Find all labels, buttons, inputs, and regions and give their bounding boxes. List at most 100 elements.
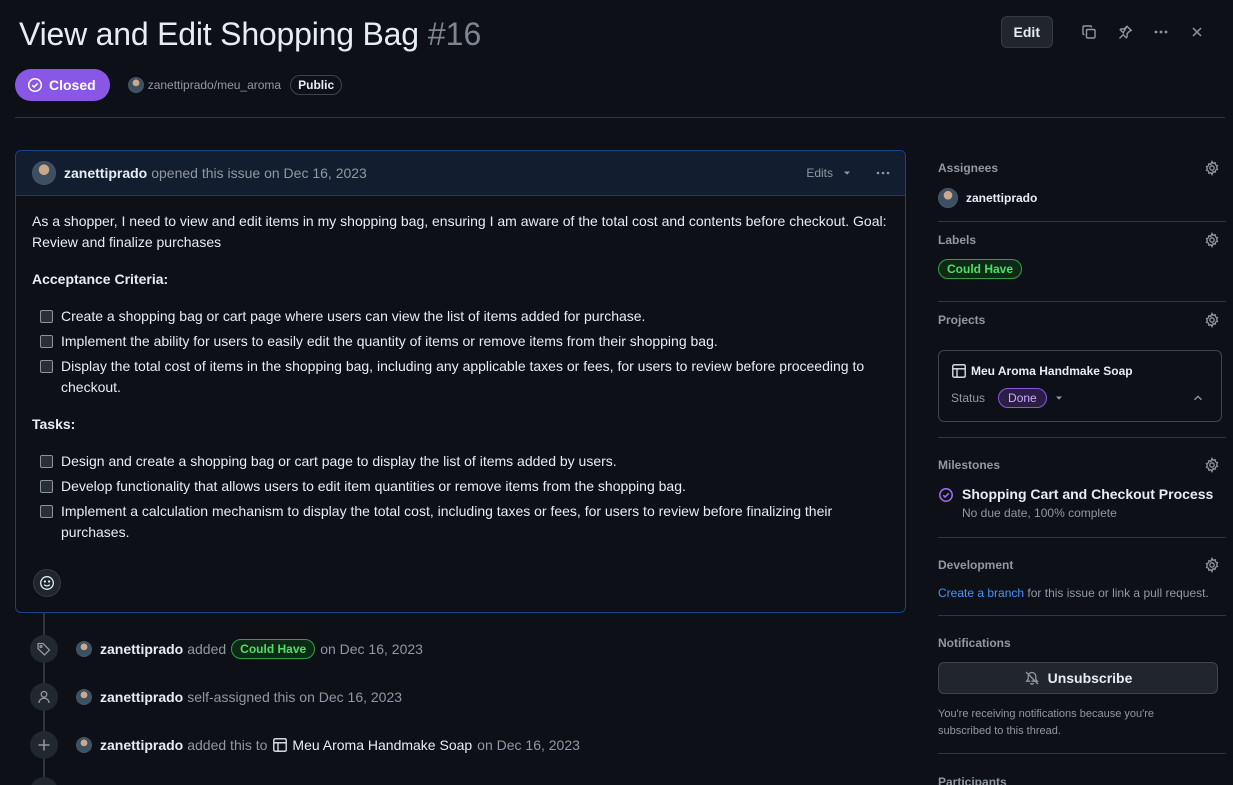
avatar <box>938 188 958 208</box>
task-checkbox[interactable] <box>40 480 53 493</box>
repo-link[interactable]: zanettiprado/meu_aroma <box>127 77 281 93</box>
task-checkbox[interactable] <box>40 455 53 468</box>
caret-down-icon[interactable] <box>1053 392 1065 404</box>
event-date: on Dec 16, 2023 <box>320 641 423 657</box>
label-could-have[interactable]: Could Have <box>231 639 316 659</box>
project-link[interactable]: Meu Aroma Handmake Soap <box>272 737 472 753</box>
acceptance-list: Create a shopping bag or cart page where… <box>32 306 889 398</box>
title-row: View and Edit Shopping Bag #16 <box>19 16 481 53</box>
label-could-have[interactable]: Could Have <box>938 259 1023 279</box>
status-label: Status <box>951 391 986 405</box>
visibility-badge: Public <box>290 75 343 95</box>
comment-options-icon[interactable] <box>875 165 891 181</box>
edits-dropdown[interactable]: Edits <box>806 166 833 180</box>
header-divider <box>15 117 1225 118</box>
timeline-event <box>30 777 76 785</box>
event-actor[interactable]: zanettiprado <box>100 641 183 657</box>
event-date: on Dec 16, 2023 <box>477 737 580 753</box>
tasks-list: Design and create a shopping bag or cart… <box>32 451 889 543</box>
caret-down-icon[interactable] <box>841 167 853 179</box>
event-action: self-assigned this on Dec 16, 2023 <box>187 689 403 705</box>
tag-icon <box>30 635 58 663</box>
state-label: Closed <box>49 77 96 93</box>
projects-section: Projects Meu Aroma Handmake Soap Status … <box>938 302 1226 438</box>
comment-intro: As a shopper, I need to view and edit it… <box>32 213 887 250</box>
status-value[interactable]: Done <box>998 388 1047 408</box>
issue-header: View and Edit Shopping Bag #16 Edit Clos… <box>0 0 1233 118</box>
task-text: Develop functionality that allows users … <box>61 478 686 494</box>
task-checkbox[interactable] <box>40 360 53 373</box>
edit-button[interactable]: Edit <box>1000 16 1053 48</box>
task-text: Design and create a shopping bag or cart… <box>61 453 617 469</box>
unsubscribe-button[interactable]: Unsubscribe <box>938 662 1218 694</box>
smiley-icon <box>40 576 54 590</box>
development-suffix: for this issue or link a pull request. <box>1024 586 1209 600</box>
issue-body-comment: zanettiprado opened this issue on Dec 16… <box>15 150 906 613</box>
event-action: added this to <box>187 737 268 753</box>
task-item: Implement the ability for users to easil… <box>32 331 889 352</box>
task-checkbox[interactable] <box>40 335 53 348</box>
more-options-icon[interactable] <box>1143 16 1179 48</box>
task-text: Implement the ability for users to easil… <box>61 333 718 349</box>
development-title: Development <box>938 558 1014 572</box>
project-name[interactable]: Meu Aroma Handmake Soap <box>971 364 1133 378</box>
avatar[interactable] <box>32 161 56 185</box>
gear-icon[interactable] <box>1204 312 1220 328</box>
copy-icon[interactable] <box>1071 16 1107 48</box>
person-icon <box>30 683 58 711</box>
gear-icon[interactable] <box>1204 232 1220 248</box>
tasks-heading: Tasks: <box>32 416 76 432</box>
event-action: added <box>187 641 227 657</box>
add-reaction-button[interactable] <box>33 569 61 597</box>
project-status-row: Status Done <box>951 388 1209 408</box>
task-checkbox[interactable] <box>40 310 53 323</box>
notifications-title: Notifications <box>938 636 1011 650</box>
comment-header-actions: Edits <box>806 165 891 181</box>
gear-icon[interactable] <box>1204 160 1220 176</box>
create-branch-link[interactable]: Create a branch <box>938 586 1024 600</box>
assignee-name[interactable]: zanettiprado <box>966 191 1037 205</box>
milestone-name[interactable]: Shopping Cart and Checkout Process <box>962 486 1213 502</box>
chevron-up-icon[interactable] <box>1191 391 1205 405</box>
project-name[interactable]: Meu Aroma Handmake Soap <box>292 737 472 753</box>
acceptance-heading: Acceptance Criteria: <box>32 271 169 287</box>
task-checkbox[interactable] <box>40 505 53 518</box>
top-actions: Edit <box>1000 16 1215 48</box>
project-card: Meu Aroma Handmake Soap Status Done <box>938 350 1222 422</box>
milestone-progress: No due date, 100% complete <box>962 506 1117 520</box>
event-actor[interactable]: zanettiprado <box>100 689 183 705</box>
comment-header: zanettiprado opened this issue on Dec 16… <box>16 151 905 196</box>
task-text: Create a shopping bag or cart page where… <box>61 308 646 324</box>
notifications-text: You're receiving notifications because y… <box>938 708 1154 737</box>
comment-body: As a shopper, I need to view and edit it… <box>16 196 905 543</box>
repo-name[interactable]: zanettiprado/meu_aroma <box>148 78 281 92</box>
avatar[interactable] <box>76 641 92 657</box>
assignees-title: Assignees <box>938 161 999 175</box>
pin-icon[interactable] <box>1107 16 1143 48</box>
projects-title: Projects <box>938 313 986 327</box>
timeline-event: zanettiprado added Could Have on Dec 16,… <box>30 635 423 663</box>
task-item: Display the total cost of items in the s… <box>32 356 889 398</box>
task-text: Implement a calculation mechanism to dis… <box>61 503 833 540</box>
timeline-event: zanettiprado self-assigned this on Dec 1… <box>30 683 402 711</box>
avatar[interactable] <box>76 689 92 705</box>
avatar <box>127 77 144 93</box>
comment-author[interactable]: zanettiprado <box>64 165 147 181</box>
milestones-title: Milestones <box>938 458 1001 472</box>
development-section: Development Create a branch for this iss… <box>938 538 1226 616</box>
check-circle-icon <box>27 77 43 93</box>
event-actor[interactable]: zanettiprado <box>100 737 183 753</box>
assignee-user[interactable]: zanettiprado <box>938 188 1037 208</box>
task-item: Create a shopping bag or cart page where… <box>32 306 889 327</box>
gear-icon[interactable] <box>1204 457 1220 473</box>
close-icon[interactable] <box>1179 16 1215 48</box>
participants-section: Participants <box>938 754 1226 785</box>
notifications-section: Notifications Unsubscribe You're receivi… <box>938 616 1226 754</box>
avatar[interactable] <box>76 737 92 753</box>
comment-opened-text: opened this issue on Dec 16, 2023 <box>151 165 367 181</box>
milestones-section: Milestones Shopping Cart and Checkout Pr… <box>938 438 1226 538</box>
project-name-row[interactable]: Meu Aroma Handmake Soap <box>951 363 1209 379</box>
unsubscribe-label: Unsubscribe <box>1047 670 1133 686</box>
milestone-row[interactable]: Shopping Cart and Checkout Process No du… <box>938 486 1213 520</box>
gear-icon[interactable] <box>1204 557 1220 573</box>
